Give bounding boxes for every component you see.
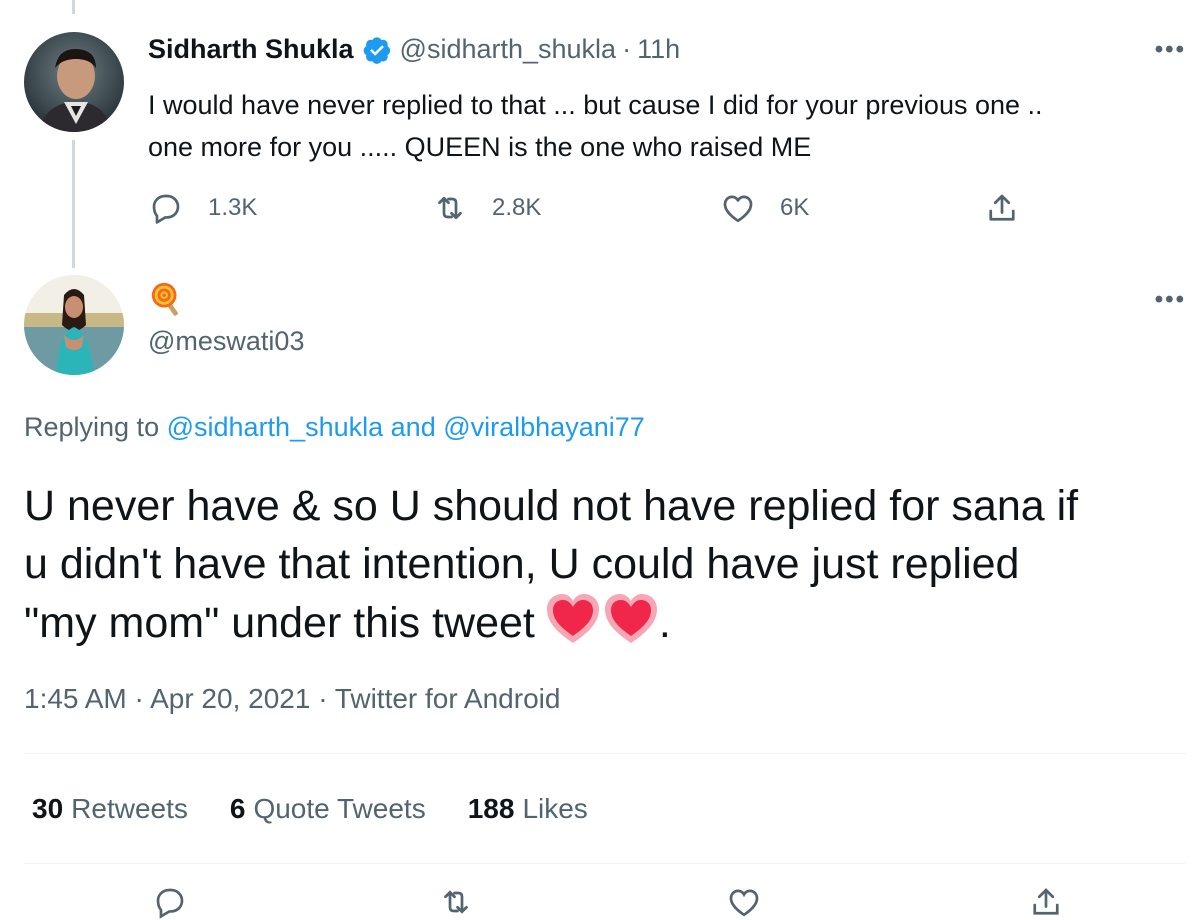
heart-icon[interactable] xyxy=(726,884,762,920)
reply-icon[interactable] xyxy=(152,884,188,920)
divider xyxy=(24,863,1186,864)
retweet-button[interactable]: 2.8K xyxy=(432,190,541,226)
replying-to-line: Replying to @sidharth_shukla and @viralb… xyxy=(24,412,645,443)
retweets-label: Retweets xyxy=(71,793,188,824)
heart-emoji-icon xyxy=(603,593,659,660)
reply-count: 1.3K xyxy=(208,194,258,221)
tweet-text-line: u didn't have that intention, U could ha… xyxy=(24,540,1020,588)
share-button[interactable] xyxy=(984,190,1044,226)
quote-tweets-stat[interactable]: 6 Quote Tweets xyxy=(230,793,426,825)
tweet-text-suffix: . xyxy=(658,599,671,647)
quotes-count: 6 xyxy=(229,793,246,824)
heart-emoji-icon xyxy=(545,593,601,660)
more-options-icon[interactable]: ••• xyxy=(1155,286,1186,314)
author-handle[interactable]: @sidharth_shukla xyxy=(400,34,617,65)
share-icon[interactable] xyxy=(1028,884,1064,920)
like-count: 6K xyxy=(780,194,810,221)
reply-button[interactable]: 1.3K xyxy=(148,190,257,226)
likes-label: Likes xyxy=(522,793,588,824)
like-button[interactable]: 6K xyxy=(720,190,809,226)
reply-actions-bar xyxy=(0,884,1200,919)
lollipop-emoji-icon[interactable] xyxy=(148,280,186,318)
parent-tweet-text: I would have never replied to that ... b… xyxy=(148,84,1178,168)
mention-link[interactable]: @sidharth_shukla xyxy=(167,412,384,442)
thread-line-top xyxy=(72,0,75,14)
retweets-stat[interactable]: 30 Retweets xyxy=(32,793,188,825)
replying-to-label: Replying to xyxy=(24,412,160,442)
parent-tweet-header: Sidharth Shukla @sidharth_shukla · 11h xyxy=(148,34,680,65)
retweet-count: 2.8K xyxy=(492,194,542,221)
avatar-meswati[interactable] xyxy=(24,275,124,375)
quotes-label: Quote Tweets xyxy=(253,793,426,824)
tweet-text-line: I would have never replied to that ... b… xyxy=(148,90,1043,120)
heart-icon xyxy=(723,195,753,223)
reply-tweet-text: U never have & so U should not have repl… xyxy=(24,477,1184,660)
tweet-meta[interactable]: 1:45 AM · Apr 20, 2021 · Twitter for And… xyxy=(24,683,560,715)
retweet-icon[interactable] xyxy=(438,884,474,920)
tweet-timestamp[interactable]: 11h xyxy=(637,34,680,65)
tweet-actions-bar: 1.3K 2.8K 6K xyxy=(148,190,1048,230)
avatar-sidharth[interactable] xyxy=(24,32,124,132)
reply-author-handle[interactable]: @meswati03 xyxy=(148,326,304,357)
reply-icon xyxy=(152,194,180,224)
retweets-count: 30 xyxy=(32,793,64,824)
thread-connector-line xyxy=(72,140,75,268)
tweet-stats: 30 Retweets 6 Quote Tweets 188 Likes xyxy=(32,793,630,825)
share-icon xyxy=(989,194,1015,221)
mention-link[interactable]: @viralbhayani77 xyxy=(443,412,645,442)
more-options-icon[interactable]: ••• xyxy=(1155,36,1186,64)
retweet-icon xyxy=(438,196,462,220)
tweet-text-last-line: "my mom" under this tweet. xyxy=(24,593,1184,660)
divider xyxy=(24,753,1186,754)
tweet-text-line: "my mom" under this tweet xyxy=(24,599,535,647)
verified-badge-icon xyxy=(362,35,392,65)
likes-count: 188 xyxy=(467,793,515,824)
tweet-text-line: one more for you ..... QUEEN is the one … xyxy=(148,132,812,162)
header-separator: · xyxy=(622,34,632,64)
likes-stat[interactable]: 188 Likes xyxy=(468,793,588,825)
author-display-name[interactable]: Sidharth Shukla xyxy=(148,34,354,65)
tweet-text-line: U never have & so U should not have repl… xyxy=(24,482,1079,530)
replying-and-text: and xyxy=(390,412,436,442)
